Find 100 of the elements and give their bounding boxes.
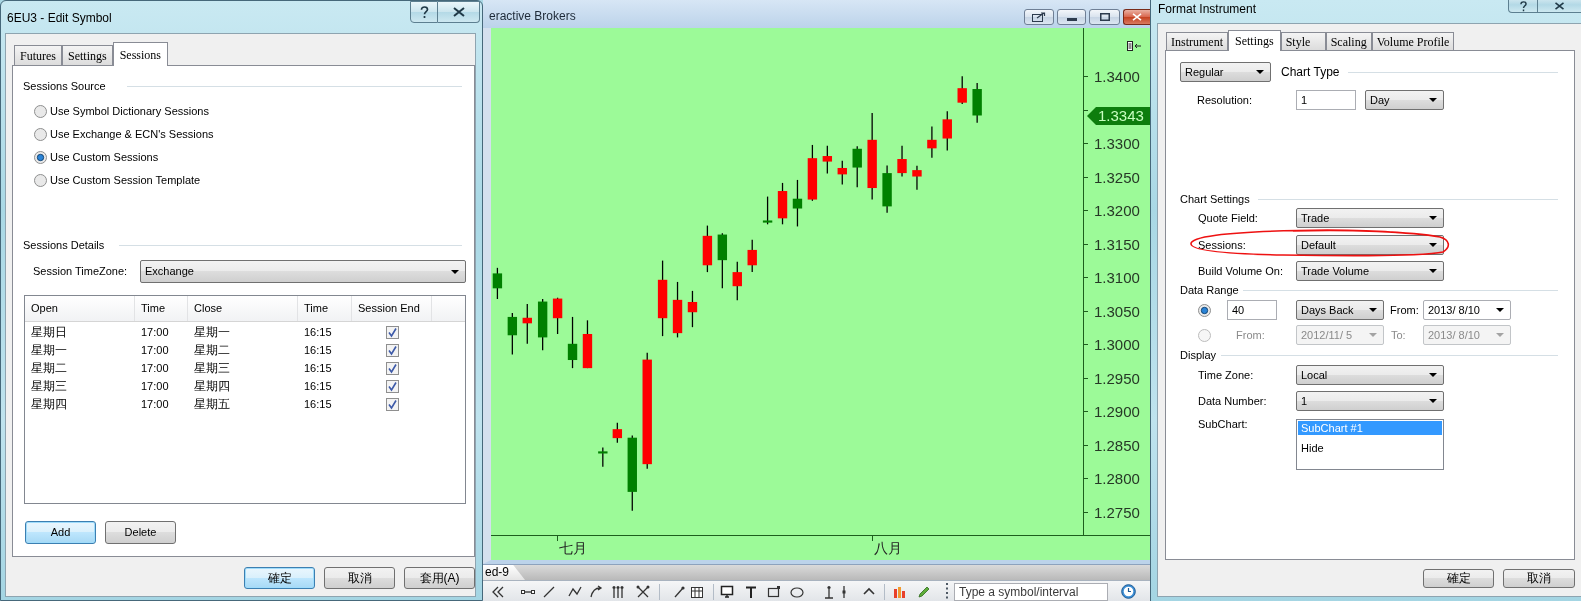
- tab[interactable]: Settings: [1228, 30, 1281, 51]
- field-label: From:: [1236, 328, 1265, 341]
- table-cell-text: 16:15: [303, 378, 333, 394]
- checkbox[interactable]: [385, 325, 399, 339]
- dropdown[interactable]: Trade: [1296, 208, 1444, 228]
- radio-button[interactable]: [34, 151, 47, 164]
- dropdown[interactable]: Default: [1296, 235, 1444, 255]
- tab[interactable]: Instrument: [1166, 32, 1228, 50]
- candle: [582, 319, 593, 369]
- candle: [822, 145, 833, 175]
- radio-button[interactable]: [1198, 303, 1211, 317]
- diagonal-line-icon[interactable]: [542, 585, 556, 599]
- button[interactable]: 確定: [244, 567, 315, 589]
- checkbox[interactable]: [385, 343, 399, 357]
- field-label: Time Zone:: [1198, 367, 1255, 383]
- field-label: To:: [1391, 327, 1407, 343]
- axis-label: 1.2950: [1094, 369, 1140, 387]
- tab[interactable]: Scaling: [1325, 32, 1372, 50]
- bar-chart-icon[interactable]: [892, 585, 906, 599]
- field-label: Data Number:: [1198, 393, 1268, 409]
- clock-icon[interactable]: [1121, 584, 1136, 599]
- field-label: From:: [1390, 302, 1420, 318]
- table-cell-text: 16:15: [303, 342, 333, 358]
- cross-lines-icon[interactable]: [636, 585, 650, 599]
- pin-line-icon[interactable]: [822, 585, 836, 599]
- list-box[interactable]: SubChart #1 Hide: [1296, 419, 1444, 470]
- monitor-icon[interactable]: [720, 585, 734, 599]
- text-field[interactable]: 40: [1227, 300, 1277, 320]
- text-tool-icon[interactable]: [744, 585, 758, 599]
- dropdown[interactable]: Day: [1365, 90, 1444, 110]
- radio-label: Use Exchange & ECN's Sessions: [50, 127, 214, 143]
- caret-icon: [451, 269, 459, 274]
- tab[interactable]: Sessions: [112, 42, 168, 66]
- zigzag-line-icon[interactable]: [568, 585, 582, 599]
- checkbox[interactable]: [385, 379, 399, 393]
- button[interactable]: Add: [25, 521, 96, 544]
- pitchfork-icon[interactable]: [611, 585, 625, 599]
- axis-label: 七月: [559, 540, 587, 556]
- help-button[interactable]: [1508, 0, 1538, 13]
- dropdown[interactable]: Regular: [1180, 62, 1271, 82]
- field-label: Session TimeZone:: [33, 264, 129, 280]
- tab[interactable]: Settings: [62, 45, 113, 65]
- button[interactable]: 確定: [1423, 569, 1494, 588]
- trend-line-icon[interactable]: [672, 585, 686, 599]
- list-item[interactable]: Hide: [1298, 441, 1442, 455]
- column-header[interactable]: Time: [135, 296, 188, 321]
- axis-label: 1.3150: [1094, 235, 1140, 253]
- help-icon: [1518, 1, 1528, 12]
- dropdown[interactable]: Exchange: [140, 260, 466, 283]
- help-icon: [419, 5, 429, 19]
- grid-icon[interactable]: [690, 585, 704, 599]
- caret-icon: [1369, 308, 1377, 312]
- symbol-field[interactable]: Type a symbol/interval: [954, 583, 1108, 601]
- tab[interactable]: Volume Profile: [1371, 32, 1455, 50]
- column-header[interactable]: Close: [188, 296, 298, 321]
- minimize-button[interactable]: [1057, 9, 1086, 25]
- close-button[interactable]: [1538, 0, 1581, 13]
- window-title: eractive Brokers: [489, 8, 577, 24]
- detach-button[interactable]: [1024, 9, 1054, 25]
- dropdown[interactable]: 2013/ 8/10: [1423, 300, 1511, 320]
- tab[interactable]: Style: [1280, 32, 1326, 50]
- restore-button[interactable]: [1089, 9, 1120, 25]
- dropdown[interactable]: Local: [1296, 365, 1444, 385]
- ellipse-icon[interactable]: [790, 585, 804, 599]
- button[interactable]: 套用(A): [404, 567, 475, 589]
- caret-icon: [1496, 333, 1504, 337]
- dropdown[interactable]: Trade Volume: [1296, 261, 1444, 281]
- caret-icon: [1429, 98, 1437, 102]
- checkbox[interactable]: [385, 361, 399, 375]
- column-header[interactable]: Session End: [352, 296, 432, 321]
- checkbox[interactable]: [385, 397, 399, 411]
- dropdown[interactable]: 1: [1296, 391, 1444, 411]
- button[interactable]: Delete: [105, 521, 176, 544]
- radio-button[interactable]: [34, 128, 47, 141]
- dropdown[interactable]: Days Back: [1296, 300, 1384, 320]
- tab[interactable]: ed-9: [483, 565, 526, 580]
- section-heading: Chart Type: [1281, 64, 1340, 81]
- radio-button[interactable]: [34, 174, 47, 187]
- table-cell-text: 17:00: [140, 342, 170, 358]
- tab[interactable]: Futures: [14, 45, 62, 65]
- double-chevron-icon[interactable]: [491, 585, 505, 599]
- rectangle-icon[interactable]: [767, 585, 781, 599]
- column-header[interactable]: Time: [298, 296, 352, 321]
- curve-arrow-icon[interactable]: [589, 585, 603, 599]
- button[interactable]: 取消: [1503, 569, 1575, 588]
- close-button[interactable]: [1123, 9, 1150, 25]
- axis-label: 1.3250: [1094, 168, 1140, 186]
- candle: [897, 145, 907, 178]
- help-button[interactable]: [410, 1, 438, 23]
- radio-label: Use Custom Sessions: [50, 150, 159, 166]
- list-arrow-icon[interactable]: [1127, 41, 1142, 51]
- close-button[interactable]: [438, 1, 480, 23]
- text-field[interactable]: 1: [1296, 90, 1356, 110]
- pencil-icon[interactable]: [917, 585, 931, 599]
- grip-handle-icon[interactable]: [945, 583, 949, 599]
- table-cell-text: 星期二: [193, 342, 231, 358]
- button[interactable]: 取消: [324, 567, 395, 589]
- candle: [972, 82, 982, 124]
- radio-button[interactable]: [34, 105, 47, 118]
- column-header[interactable]: Open: [25, 296, 135, 321]
